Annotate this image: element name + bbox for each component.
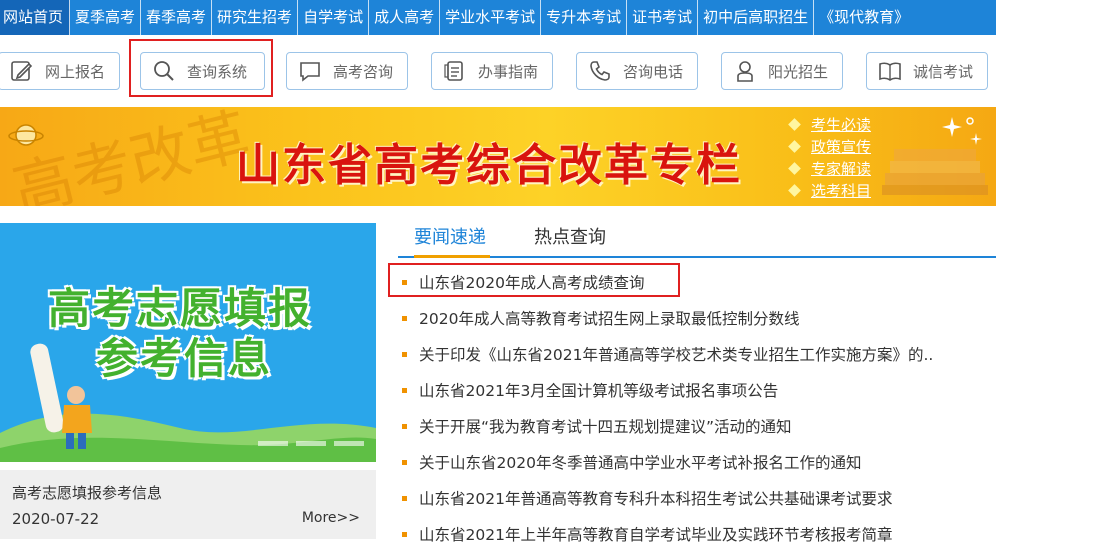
quick-access-bar: 网上报名 查询系统 高考咨询 办事指南 咨询电话 阳光招生 诚信考试 [0, 52, 996, 92]
news-item-title: 山东省2021年3月全国计算机等级考试报名事项公告 [419, 382, 779, 400]
diamond-icon [788, 139, 801, 153]
top-nav-bar: 网站首页 夏季高考 春季高考 研究生招考 自学考试 成人高考 学业水平考试 专升… [0, 0, 996, 35]
diamond-icon [788, 161, 801, 175]
tab-hot-queries[interactable]: 热点查询 [534, 223, 610, 256]
news-item-title: 2020年成人高等教育考试招生网上录取最低控制分数线 [419, 310, 800, 328]
gaokao-consult-label: 高考咨询 [333, 62, 394, 81]
document-icon [442, 58, 468, 84]
news-item-title: 关于开展“我为教育考试十四五规划提建议”活动的通知 [419, 418, 792, 436]
sparkle-icon [942, 117, 982, 145]
banner-link-must-read[interactable]: 考生必读 [788, 113, 872, 135]
nav-item-vocational[interactable]: 初中后高职招生 [698, 0, 815, 35]
nav-item-summer-gaokao[interactable]: 夏季高考 [70, 0, 142, 35]
search-icon [151, 58, 177, 84]
online-register-label: 网上报名 [45, 62, 106, 81]
service-guide-button[interactable]: 办事指南 [431, 52, 553, 90]
bullet-icon [402, 423, 407, 429]
news-item[interactable]: 山东省2020年成人高考成绩查询 [398, 264, 996, 300]
bullet-icon [402, 351, 407, 357]
bullet-icon [402, 495, 407, 501]
feature-more-link[interactable]: More>> [302, 510, 360, 526]
feature-caption-date: 2020-07-22 [12, 510, 100, 528]
nav-item-certificate[interactable]: 证书考试 [627, 0, 699, 35]
sunshine-admission-button[interactable]: 阳光招生 [721, 52, 843, 90]
sunshine-admission-label: 阳光招生 [768, 62, 829, 81]
feature-image[interactable]: 高考志愿填报 参考信息 [0, 223, 376, 462]
feature-caption-title[interactable]: 高考志愿填报参考信息 [12, 482, 162, 503]
feature-panel: 高考志愿填报 参考信息 高考志愿填报参考信息 2020-07-22 More>> [0, 223, 376, 539]
banner-link-label: 政策宣传 [811, 137, 872, 156]
news-item[interactable]: 山东省2021年3月全国计算机等级考试报名事项公告 [398, 372, 996, 408]
news-item[interactable]: 关于开展“我为教育考试十四五规划提建议”活动的通知 [398, 408, 996, 444]
chat-bubble-icon [297, 58, 323, 84]
carousel-dot[interactable] [258, 441, 288, 446]
carousel-dot[interactable] [334, 441, 364, 446]
carousel-dot[interactable] [296, 441, 326, 446]
phone-icon [587, 58, 613, 84]
query-system-button[interactable]: 查询系统 [140, 52, 265, 90]
bullet-icon [402, 459, 407, 465]
banner-link-expert[interactable]: 专家解读 [788, 157, 872, 179]
news-item-title: 山东省2020年成人高考成绩查询 [419, 274, 645, 292]
service-guide-label: 办事指南 [478, 62, 539, 81]
news-item[interactable]: 关于山东省2020年冬季普通高中学业水平考试补报名工作的通知 [398, 444, 996, 480]
query-system-label: 查询系统 [187, 62, 248, 81]
bullet-icon [402, 279, 407, 285]
online-register-button[interactable]: 网上报名 [0, 52, 120, 90]
tab-news-express[interactable]: 要闻速递 [414, 223, 490, 258]
news-item-title: 山东省2021年普通高等教育专科升本科招生考试公共基础课考试要求 [419, 490, 893, 508]
pencil-icon [9, 58, 35, 84]
nav-item-upgrade[interactable]: 专升本考试 [541, 0, 628, 35]
news-item-title: 关于山东省2020年冬季普通高中学业水平考试补报名工作的通知 [419, 454, 862, 472]
banner-link-policy[interactable]: 政策宣传 [788, 135, 872, 157]
banner-link-label: 选考科目 [811, 181, 872, 200]
news-item[interactable]: 山东省2021年上半年高等教育自学考试毕业及实践环节考核报考简章 [398, 516, 996, 549]
integrity-exam-label: 诚信考试 [913, 62, 974, 81]
hotline-button[interactable]: 咨询电话 [576, 52, 698, 90]
banner-link-label: 专家解读 [811, 159, 872, 178]
reform-banner[interactable]: 高考改革 山东省高考综合改革专栏 考生必读 政策宣传 专家解读 选考科目 [0, 107, 996, 206]
page-root: 网站首页 夏季高考 春季高考 研究生招考 自学考试 成人高考 学业水平考试 专升… [0, 0, 1103, 549]
feature-image-line2: 参考信息 [96, 334, 273, 383]
banner-title: 山东省高考综合改革专栏 [236, 140, 742, 191]
diamond-icon [788, 117, 801, 131]
book-icon [877, 58, 903, 84]
news-item[interactable]: 2020年成人高等教育考试招生网上录取最低控制分数线 [398, 300, 996, 336]
bullet-icon [402, 531, 407, 537]
news-tabs: 要闻速递 热点查询 [398, 223, 996, 258]
nav-item-graduate[interactable]: 研究生招考 [212, 0, 299, 35]
feature-caption: 高考志愿填报参考信息 2020-07-22 More>> [0, 470, 376, 539]
banner-link-label: 考生必读 [811, 115, 872, 134]
nav-item-adult-gaokao[interactable]: 成人高考 [369, 0, 441, 35]
news-item[interactable]: 关于印发《山东省2021年普通高等学校艺术类专业招生工作实施方案》的.. [398, 336, 996, 372]
carousel-indicators [258, 441, 364, 446]
planet-icon [8, 124, 44, 146]
nav-item-home[interactable]: 网站首页 [0, 0, 71, 35]
nav-item-modern-education[interactable]: 《现代教育》 [814, 0, 914, 35]
banner-links: 考生必读 政策宣传 专家解读 选考科目 [788, 113, 872, 201]
integrity-exam-button[interactable]: 诚信考试 [866, 52, 988, 90]
hotline-label: 咨询电话 [623, 62, 684, 81]
diamond-icon [788, 183, 801, 197]
nav-item-self-study[interactable]: 自学考试 [298, 0, 370, 35]
news-item-title: 山东省2021年上半年高等教育自学考试毕业及实践环节考核报考简章 [419, 526, 893, 544]
news-list: 山东省2020年成人高考成绩查询 2020年成人高等教育考试招生网上录取最低控制… [398, 264, 996, 549]
banner-link-subjects[interactable]: 选考科目 [788, 179, 872, 201]
nav-item-proficiency[interactable]: 学业水平考试 [440, 0, 542, 35]
person-icon [732, 58, 758, 84]
news-item[interactable]: 山东省2021年普通高等教育专科升本科招生考试公共基础课考试要求 [398, 480, 996, 516]
nav-item-spring-gaokao[interactable]: 春季高考 [141, 0, 213, 35]
gaokao-consult-button[interactable]: 高考咨询 [286, 52, 408, 90]
bullet-icon [402, 387, 407, 393]
bullet-icon [402, 315, 407, 321]
news-item-title: 关于印发《山东省2021年普通高等学校艺术类专业招生工作实施方案》的.. [419, 346, 934, 364]
